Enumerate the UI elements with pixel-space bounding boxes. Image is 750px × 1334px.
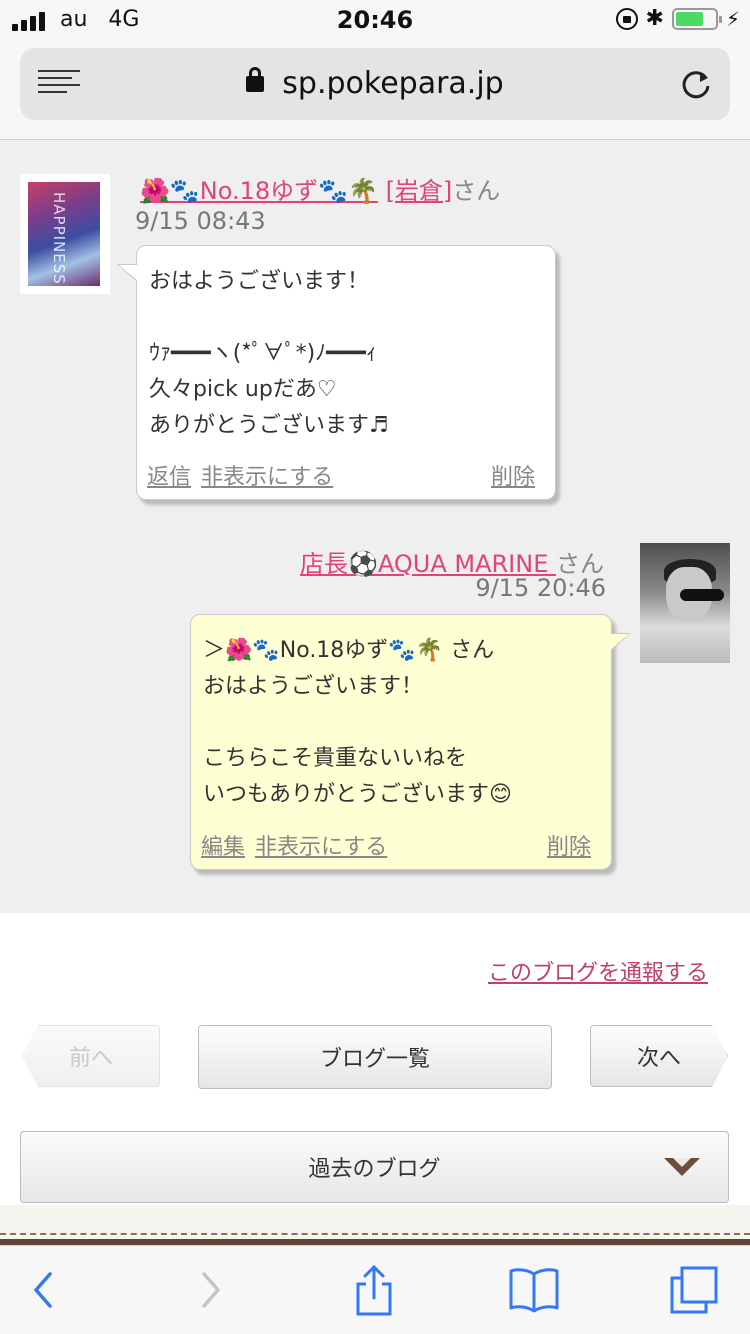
status-bar: au 4G 20:46 ✱ ⚡ bbox=[0, 0, 750, 40]
past-blog-label: 過去のブログ bbox=[308, 1157, 441, 1182]
comment-bubble: ＞🌺🐾No.18ゆず🐾🌴 さん おはようございます！ こちらこそ貴重ないいねを … bbox=[190, 614, 631, 870]
footer-decoration bbox=[0, 1205, 750, 1245]
comment-date: 9/15 08:43 bbox=[135, 207, 266, 235]
padlock-icon bbox=[246, 67, 265, 92]
delete-link[interactable]: 削除 bbox=[547, 829, 591, 861]
hide-link[interactable]: 非表示にする bbox=[255, 835, 387, 860]
share-icon[interactable] bbox=[354, 1264, 394, 1316]
avatar[interactable] bbox=[640, 543, 730, 663]
bookmarks-icon[interactable] bbox=[508, 1264, 560, 1314]
browser-toolbar bbox=[0, 1245, 750, 1334]
delete-link[interactable]: 削除 bbox=[491, 459, 535, 491]
author-name-link[interactable]: 🌺🐾No.18ゆず🐾🌴 bbox=[140, 177, 378, 205]
edit-link[interactable]: 編集 bbox=[201, 835, 245, 860]
avatar[interactable]: HAPPINESS bbox=[20, 174, 110, 294]
comment-bubble: おはようございます！ ｳｧ━━━ヽ(*ﾟ∀ﾟ*)ﾉ━━━ｨ 久々pick upだ… bbox=[117, 245, 556, 500]
reload-icon[interactable] bbox=[678, 66, 714, 102]
url-text: sp.pokepara.jp bbox=[282, 66, 504, 101]
blog-list-button[interactable]: ブログ一覧 bbox=[198, 1025, 552, 1089]
battery-icon bbox=[671, 8, 722, 30]
rotation-lock-icon bbox=[615, 8, 638, 30]
tabs-icon[interactable] bbox=[668, 1264, 720, 1314]
browser-header: sp.pokepara.jp bbox=[0, 40, 750, 140]
author-store-link[interactable]: [岩倉] bbox=[386, 177, 453, 205]
report-blog-link[interactable]: このブログを通報する bbox=[488, 955, 708, 987]
comment-author: 🌺🐾No.18ゆず🐾🌴 [岩倉]さん bbox=[140, 171, 500, 206]
avatar-text: HAPPINESS bbox=[50, 192, 68, 285]
url-text-wrap[interactable]: sp.pokepara.jp bbox=[20, 66, 730, 101]
comment-message: おはようございます！ ｳｧ━━━ヽ(*ﾟ∀ﾟ*)ﾉ━━━ｨ 久々pick upだ… bbox=[149, 269, 389, 438]
comment-actions: 返信 非表示にする 削除 bbox=[147, 459, 545, 491]
comment-date: 9/15 20:46 bbox=[475, 574, 606, 602]
back-arrow-icon[interactable] bbox=[28, 1264, 58, 1314]
author-suffix: さん bbox=[452, 177, 501, 205]
charging-icon: ⚡ bbox=[725, 7, 740, 31]
hide-link[interactable]: 非表示にする bbox=[201, 465, 333, 490]
past-blog-dropdown[interactable]: 過去のブログ bbox=[20, 1131, 729, 1203]
blog-navigation: このブログを通報する 前へ ブログ一覧 次へ 過去のブログ bbox=[0, 913, 750, 1205]
comment-actions: 編集 非表示にする 削除 bbox=[201, 829, 601, 861]
next-button[interactable]: 次へ bbox=[590, 1025, 728, 1087]
comment-thread: HAPPINESS 🌺🐾No.18ゆず🐾🌴 [岩倉]さん 9/15 08:43 … bbox=[0, 141, 750, 913]
reply-link[interactable]: 返信 bbox=[147, 465, 191, 490]
prev-button[interactable]: 前へ bbox=[22, 1025, 160, 1087]
forward-arrow-icon[interactable] bbox=[196, 1264, 226, 1314]
address-bar[interactable]: sp.pokepara.jp bbox=[20, 48, 730, 120]
chevron-down-icon bbox=[664, 1158, 700, 1176]
comment-message: ＞🌺🐾No.18ゆず🐾🌴 さん おはようございます！ こちらこそ貴重ないいねを … bbox=[203, 638, 512, 807]
bluetooth-icon: ✱ bbox=[645, 6, 664, 31]
